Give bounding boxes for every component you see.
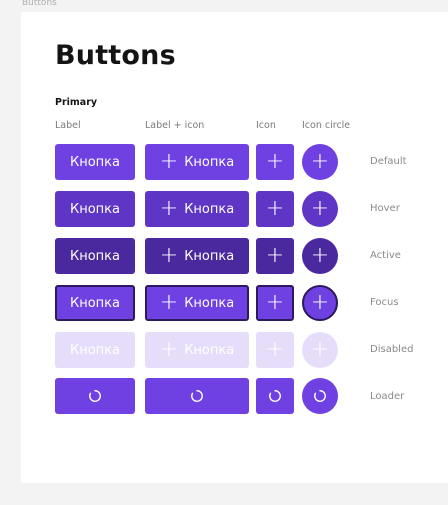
button-label: Кнопка	[69, 342, 120, 358]
plus-icon: +	[310, 243, 330, 268]
disabled-label-icon-button: + Кнопка	[145, 332, 249, 368]
spinner-icon	[314, 390, 326, 402]
button-label: Кнопка	[69, 154, 120, 170]
hover-label-button[interactable]: Кнопка	[55, 191, 135, 227]
column-header-label: Label	[55, 120, 81, 131]
default-label-icon-button[interactable]: + Кнопка	[145, 144, 249, 180]
plus-icon: +	[159, 290, 179, 315]
default-icon-circle-button[interactable]: +	[302, 144, 338, 180]
plus-icon: +	[265, 243, 285, 268]
default-icon-button[interactable]: +	[256, 144, 294, 180]
focus-icon-circle-button[interactable]: +	[302, 285, 338, 321]
plus-icon: +	[159, 243, 179, 268]
focus-label-icon-button[interactable]: + Кнопка	[145, 285, 249, 321]
hover-icon-circle-button[interactable]: +	[302, 191, 338, 227]
button-label: Кнопка	[184, 342, 235, 358]
state-label-default: Default	[370, 156, 407, 167]
plus-icon: +	[159, 149, 179, 174]
page-title: Buttons	[55, 40, 176, 71]
disabled-icon-button: +	[256, 332, 294, 368]
button-label: Кнопка	[69, 201, 120, 217]
spinner-icon	[191, 390, 203, 402]
state-label-active: Active	[370, 250, 401, 261]
plus-icon: +	[310, 149, 330, 174]
disabled-icon-circle-button: +	[302, 332, 338, 368]
button-label: Кнопка	[69, 248, 120, 264]
state-label-focus: Focus	[370, 297, 399, 308]
state-label-disabled: Disabled	[370, 344, 414, 355]
plus-icon: +	[265, 290, 285, 315]
column-header-label-icon: Label + icon	[145, 120, 205, 131]
buttons-card: Buttons Primary Label Label + icon Icon …	[21, 12, 448, 483]
active-icon-circle-button[interactable]: +	[302, 238, 338, 274]
plus-icon: +	[159, 196, 179, 221]
loader-icon-circle-button[interactable]	[302, 378, 338, 414]
default-label-button[interactable]: Кнопка	[55, 144, 135, 180]
button-label: Кнопка	[184, 248, 235, 264]
plus-icon: +	[265, 337, 285, 362]
focus-label-button[interactable]: Кнопка	[55, 285, 135, 321]
frame-label: Buttons	[22, 0, 57, 8]
loader-label-button[interactable]	[55, 378, 135, 414]
state-label-loader: Loader	[370, 391, 405, 402]
focus-icon-button[interactable]: +	[256, 285, 294, 321]
column-header-icon: Icon	[256, 120, 276, 131]
plus-icon: +	[310, 290, 330, 315]
disabled-label-button: Кнопка	[55, 332, 135, 368]
loader-label-icon-button[interactable]	[145, 378, 249, 414]
hover-label-icon-button[interactable]: + Кнопка	[145, 191, 249, 227]
button-label: Кнопка	[184, 295, 235, 311]
active-label-icon-button[interactable]: + Кнопка	[145, 238, 249, 274]
column-header-icon-circle: Icon circle	[302, 120, 351, 131]
loader-icon-button[interactable]	[256, 378, 294, 414]
plus-icon: +	[310, 337, 330, 362]
plus-icon: +	[310, 196, 330, 221]
active-label-button[interactable]: Кнопка	[55, 238, 135, 274]
section-title-primary: Primary	[55, 97, 98, 108]
active-icon-button[interactable]: +	[256, 238, 294, 274]
state-label-hover: Hover	[370, 203, 400, 214]
hover-icon-button[interactable]: +	[256, 191, 294, 227]
button-label: Кнопка	[184, 154, 235, 170]
button-label: Кнопка	[69, 295, 120, 311]
plus-icon: +	[159, 337, 179, 362]
plus-icon: +	[265, 196, 285, 221]
spinner-icon	[269, 390, 281, 402]
button-label: Кнопка	[184, 201, 235, 217]
spinner-icon	[89, 390, 101, 402]
plus-icon: +	[265, 149, 285, 174]
